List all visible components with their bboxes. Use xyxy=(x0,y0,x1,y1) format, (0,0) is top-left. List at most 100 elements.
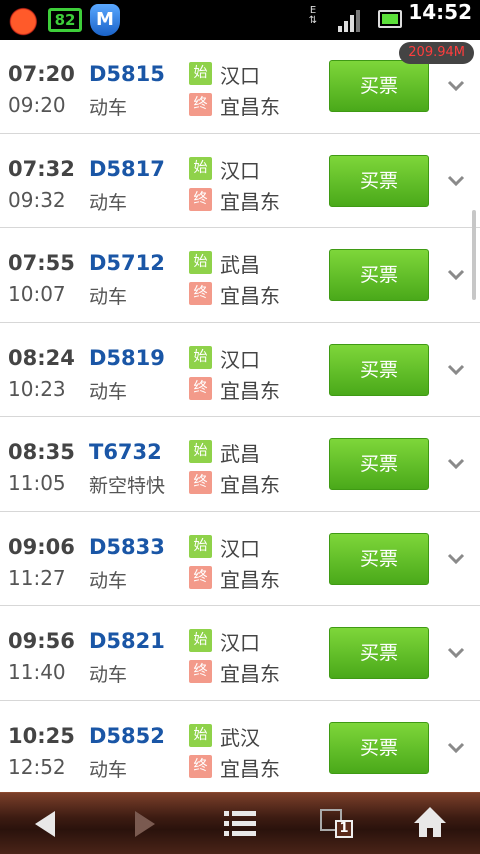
arrival-station: 宜昌东 xyxy=(220,284,280,308)
departure-station: 汉口 xyxy=(220,536,260,561)
list-menu-icon xyxy=(224,811,256,836)
forward-button[interactable] xyxy=(115,793,175,854)
chevron-down-icon[interactable] xyxy=(447,457,465,471)
windows-button[interactable]: 1 xyxy=(305,793,365,854)
end-station-badge: 终 xyxy=(189,660,212,683)
buy-ticket-button[interactable]: 买票 xyxy=(329,438,429,490)
chevron-down-icon[interactable] xyxy=(447,741,465,755)
chevron-down-icon[interactable] xyxy=(447,268,465,282)
arrow-left-icon xyxy=(35,811,55,837)
start-station-badge: 始 xyxy=(189,629,212,652)
arrival-station: 宜昌东 xyxy=(220,662,280,686)
train-list[interactable]: 07:20 09:20 D5815 动车始终汉口 宜昌东 买票 07:32 09:32 D581… xyxy=(0,40,480,792)
status-bar: 82 M E ⇅ 14:52 xyxy=(0,0,480,40)
buy-ticket-button[interactable]: 买票 xyxy=(329,721,429,774)
departure-station: 汉口 xyxy=(220,158,260,183)
train-row[interactable]: 10:25 12:52 D5852 动车 始终武汉宜昌东 买票 xyxy=(0,700,480,792)
departure-station: 武昌 xyxy=(220,253,260,277)
memory-usage-badge: 209.94M xyxy=(399,42,474,64)
back-button[interactable] xyxy=(15,793,75,854)
departure-time: 08:35 xyxy=(8,440,75,464)
departure-station: 汉口 xyxy=(220,64,260,88)
train-number[interactable]: D5817 xyxy=(89,157,165,181)
train-number[interactable]: D5819 xyxy=(89,346,165,370)
departure-station: 武昌 xyxy=(220,442,260,466)
menu-button[interactable] xyxy=(210,793,270,854)
network-type-icon: E ⇅ xyxy=(304,6,322,32)
buy-ticket-button[interactable]: 买票 xyxy=(329,249,429,301)
departure-time: 09:56 xyxy=(8,629,75,653)
train-row[interactable]: 09:56 11:40 D5821 动车 始终汉口 宜昌东 买票 xyxy=(0,606,480,701)
buy-ticket-button[interactable]: 买票 xyxy=(329,154,429,207)
start-station-badge: 始 xyxy=(189,723,212,747)
chevron-down-icon[interactable] xyxy=(447,79,465,93)
train-number[interactable]: D5712 xyxy=(89,251,165,275)
train-type: 动车 xyxy=(89,97,128,119)
app-notification-icon xyxy=(8,4,42,36)
train-type: 动车 xyxy=(89,286,128,308)
departure-time: 07:32 xyxy=(8,156,75,181)
arrival-station: 宜昌东 xyxy=(220,473,280,497)
end-station-badge: 终 xyxy=(189,187,212,211)
arrival-time: 11:40 xyxy=(8,660,66,684)
train-number[interactable]: D5852 xyxy=(89,724,165,748)
departure-time: 07:20 xyxy=(8,62,75,86)
departure-time: 07:55 xyxy=(8,251,75,275)
departure-time: 08:24 xyxy=(8,345,75,370)
end-station-badge: 终 xyxy=(189,376,212,400)
arrival-station: 宜昌东 xyxy=(220,756,280,781)
start-station-badge: 始 xyxy=(189,345,212,369)
train-type: 动车 xyxy=(89,758,128,781)
arrival-station: 宜昌东 xyxy=(220,378,280,403)
chevron-down-icon[interactable] xyxy=(447,552,465,566)
departure-station: 汉口 xyxy=(220,631,260,655)
start-station-badge: 始 xyxy=(189,156,212,180)
train-row[interactable]: 08:24 10:23 D5819 动车 始终汉口 宜昌东 买票 xyxy=(0,322,480,417)
train-row[interactable]: 07:32 09:32 D5817 动车 始终汉口 宜昌东 买票 xyxy=(0,133,480,228)
signal-strength-icon xyxy=(338,8,362,32)
departure-time: 10:25 xyxy=(8,723,75,748)
buy-ticket-button[interactable]: 买票 xyxy=(329,532,429,585)
buy-ticket-button[interactable]: 买票 xyxy=(329,60,429,112)
buy-ticket-button[interactable]: 买票 xyxy=(329,627,429,679)
train-number[interactable]: D5833 xyxy=(89,535,165,559)
train-type: 动车 xyxy=(89,380,128,403)
chevron-down-icon[interactable] xyxy=(447,363,465,377)
end-station-badge: 终 xyxy=(189,754,212,778)
train-row[interactable]: 07:55 10:07 D5712 动车 始终武昌 宜昌东 买票 xyxy=(0,228,480,323)
departure-station: 武汉 xyxy=(220,725,260,750)
train-row[interactable]: 09:06 11:27 D5833 动车 始终汉口 宜昌东 买票 xyxy=(0,511,480,606)
train-number[interactable]: T6732 xyxy=(89,440,162,464)
scrollbar[interactable] xyxy=(472,210,476,300)
start-station-badge: 始 xyxy=(189,440,212,463)
home-icon xyxy=(414,807,446,837)
buy-ticket-button[interactable]: 买票 xyxy=(329,343,429,396)
end-station-badge: 终 xyxy=(189,471,212,494)
chevron-down-icon[interactable] xyxy=(447,646,465,660)
end-station-badge: 终 xyxy=(189,93,212,116)
train-number[interactable]: D5815 xyxy=(89,62,165,86)
battery-app-icon: 82 xyxy=(48,8,82,32)
arrival-station: 宜昌东 xyxy=(220,567,280,592)
train-type: 动车 xyxy=(89,569,128,592)
train-number[interactable]: D5821 xyxy=(89,629,165,653)
train-type: 动车 xyxy=(89,191,128,214)
arrival-time: 10:23 xyxy=(8,376,66,401)
battery-icon xyxy=(378,10,402,28)
home-button[interactable] xyxy=(400,793,460,854)
bottom-toolbar: 1 xyxy=(0,792,480,854)
end-station-badge: 终 xyxy=(189,282,212,305)
arrival-station: 宜昌东 xyxy=(220,189,280,214)
arrival-time: 11:05 xyxy=(8,471,66,495)
arrival-time: 11:27 xyxy=(8,565,66,590)
departure-time: 09:06 xyxy=(8,534,75,559)
train-row[interactable]: 08:35 11:05 T6732 新空特快 始终武昌 宜昌东 买票 xyxy=(0,417,480,512)
arrival-time: 12:52 xyxy=(8,754,66,779)
chevron-down-icon[interactable] xyxy=(447,174,465,188)
end-station-badge: 终 xyxy=(189,565,212,589)
arrival-time: 09:20 xyxy=(8,93,66,117)
clock: 14:52 xyxy=(408,0,472,24)
arrow-right-icon xyxy=(135,811,155,837)
arrival-time: 10:07 xyxy=(8,282,66,306)
start-station-badge: 始 xyxy=(189,62,212,85)
